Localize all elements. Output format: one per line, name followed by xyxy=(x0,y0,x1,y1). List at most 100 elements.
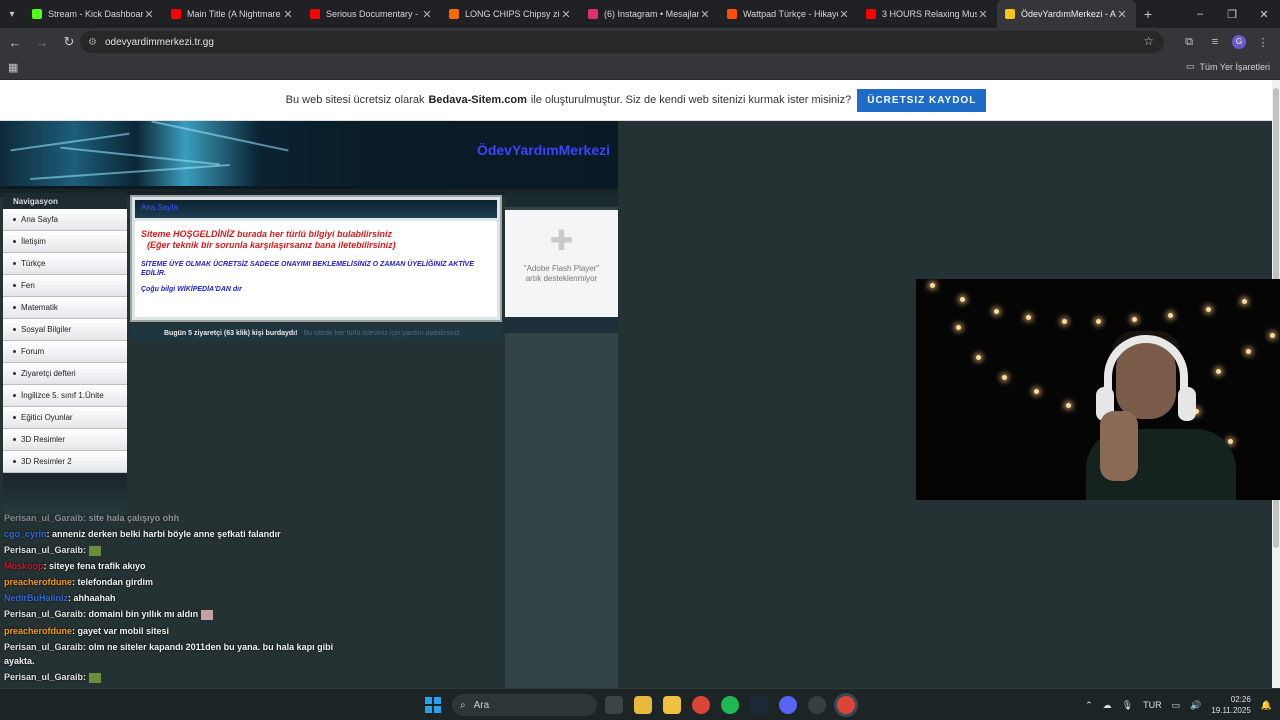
nav-item[interactable]: Eğitici Oyunlar xyxy=(3,407,127,429)
nav-item[interactable]: 3D Resimler 2 xyxy=(3,451,127,473)
back-icon[interactable]: ← xyxy=(3,30,27,54)
nav-item[interactable]: 3D Resimler xyxy=(3,429,127,451)
tab-close-icon[interactable]: ✕ xyxy=(1116,8,1128,21)
emote-icon xyxy=(201,609,214,620)
nav-item[interactable]: İletişim xyxy=(3,231,127,253)
tab-search-dropdown-icon[interactable]: ▾ xyxy=(0,0,24,28)
chrome-active-icon[interactable] xyxy=(837,696,855,714)
tab-close-icon[interactable]: ✕ xyxy=(143,8,155,21)
file-explorer-icon[interactable] xyxy=(663,696,681,714)
bullet-icon xyxy=(13,284,16,287)
close-window-icon[interactable]: ✕ xyxy=(1248,0,1280,28)
task-view-icon[interactable] xyxy=(605,696,623,714)
chat-username[interactable]: Perisan_ul_Garaib xyxy=(4,609,83,619)
new-tab-button[interactable]: + xyxy=(1136,6,1160,22)
navigation-menu: Navigasyon Ana Sayfa İletişim Türkçe Fen Mat… xyxy=(3,193,127,474)
reload-icon[interactable]: ↻ xyxy=(57,30,81,54)
browser-tab[interactable]: (6) Instagram • Mesajlar ✕ xyxy=(580,0,719,28)
spotify-icon[interactable] xyxy=(721,696,739,714)
nav-item[interactable]: Sosyal Bilgiler xyxy=(3,319,127,341)
system-tray: ⌃ ☁ 🎙 TUR ▭ 🔊 02:26 19.11.2025 🔔 xyxy=(1085,689,1272,720)
store-icon[interactable] xyxy=(634,696,652,714)
nav-item[interactable]: İngilizce 5. sınıf 1.Ünite xyxy=(3,385,127,407)
browser-tab[interactable]: Wattpad Türkçe - Hikayel ✕ xyxy=(719,0,858,28)
tab-close-icon[interactable]: ✕ xyxy=(282,8,294,21)
browser-tab[interactable]: Main Title (A Nightmare o ✕ xyxy=(163,0,302,28)
tab-title: Serious Documentary - by xyxy=(326,9,421,19)
support-line: (Eğer teknik bir sorunla karşılaşırsanız… xyxy=(147,240,396,250)
nav-item-label: 3D Resimler 2 xyxy=(21,457,72,466)
browser-tab[interactable]: LONG CHIPS Chipsy ziem✕ xyxy=(441,0,580,28)
tab-favicon-icon xyxy=(866,9,876,19)
microphone-icon[interactable]: 🎙 xyxy=(1122,700,1133,711)
chat-username[interactable]: Perisan_ul_Garaib xyxy=(4,545,83,555)
extensions-icon[interactable]: ⧉ xyxy=(1180,36,1198,49)
window-controls: – ❐ ✕ xyxy=(1184,0,1280,28)
media-control-icon[interactable]: ≡ xyxy=(1206,36,1224,48)
chat-username[interactable]: Moskoop xyxy=(4,561,44,571)
all-bookmarks-button[interactable]: ▭ Tüm Yer İşaretleri xyxy=(1186,61,1270,72)
plugin-puzzle-icon: ✚ xyxy=(549,225,574,256)
nav-item[interactable]: Ziyaretçi defteri xyxy=(3,363,127,385)
chat-text: : telefondan girdim xyxy=(72,577,154,587)
taskbar-search[interactable]: ⌕ Ara xyxy=(452,694,597,716)
nav-item[interactable]: Türkçe xyxy=(3,253,127,275)
chat-username[interactable]: cgo_cyrin xyxy=(4,529,47,539)
volume-icon[interactable]: 🔊 xyxy=(1190,700,1201,711)
windows-start-icon[interactable] xyxy=(425,697,441,713)
chat-message: cgo_cyrin: anneniz derken belki harbi bö… xyxy=(4,529,281,539)
chrome-icon[interactable] xyxy=(692,696,710,714)
chat-text: : xyxy=(83,545,87,555)
language-indicator[interactable]: TUR xyxy=(1143,700,1162,710)
tab-close-icon[interactable]: ✕ xyxy=(977,8,989,21)
tab-close-icon[interactable]: ✕ xyxy=(699,8,711,21)
browser-tab[interactable]: Serious Documentary - by ✕ xyxy=(302,0,441,28)
chat-username[interactable]: Perisan_ul_Garaib xyxy=(4,513,83,523)
maximize-icon[interactable]: ❐ xyxy=(1216,0,1248,28)
register-button[interactable]: ÜCRETSIZ KAYDOL xyxy=(857,88,987,112)
tab-close-icon[interactable]: ✕ xyxy=(421,8,433,21)
browser-tab[interactable]: ÖdevYardımMerkezi - Ana ✕ xyxy=(997,0,1136,28)
nav-item[interactable]: Matematik xyxy=(3,297,127,319)
tab-title: Main Title (A Nightmare o xyxy=(187,9,282,19)
forward-icon[interactable]: → xyxy=(30,30,54,54)
notification-bell-icon[interactable]: 🔔 xyxy=(1261,700,1272,711)
address-bar[interactable]: ⚙ odevyardimmerkezi.tr.gg ☆ xyxy=(80,31,1164,53)
tab-title: 3 HOURS Relaxing Music xyxy=(882,9,977,19)
chat-username[interactable]: preacherofdune xyxy=(4,577,72,587)
apps-grid-icon[interactable]: ▦ xyxy=(8,61,18,74)
steam-icon[interactable] xyxy=(750,696,768,714)
menu-icon[interactable]: ⋮ xyxy=(1254,36,1272,49)
onedrive-icon[interactable]: ☁ xyxy=(1103,700,1112,711)
tab-close-icon[interactable]: ✕ xyxy=(838,8,850,21)
browser-tab[interactable]: Stream - Kick Dashboard ✕ xyxy=(24,0,163,28)
banner-brand[interactable]: Bedava-Sitem.com xyxy=(428,94,526,106)
clock[interactable]: 02:26 19.11.2025 xyxy=(1211,694,1250,716)
chat-username[interactable]: NedirBuHaliniz xyxy=(4,593,68,603)
membership-line: SİTEME ÜYE OLMAK ÜCRETSİZ SADECE ONAYIMI… xyxy=(141,261,474,277)
obs-icon[interactable] xyxy=(808,696,826,714)
bullet-icon xyxy=(13,438,16,441)
chat-username[interactable]: Perisan_ul_Garaib xyxy=(4,672,83,682)
nav-item[interactable]: Fen xyxy=(3,275,127,297)
chat-message: preacherofdune: gayet var mobil sitesi xyxy=(4,626,169,636)
chat-username[interactable]: preacherofdune xyxy=(4,626,72,636)
chat-username[interactable]: Perisan_ul_Garaib xyxy=(4,642,83,652)
site-title: ÖdevYardımMerkezi xyxy=(476,142,610,158)
tray-overflow-icon[interactable]: ⌃ xyxy=(1085,700,1093,711)
tab-title: Wattpad Türkçe - Hikayel xyxy=(743,9,838,19)
nav-item[interactable]: Ana Sayfa xyxy=(3,209,127,231)
nav-item[interactable]: Forum xyxy=(3,341,127,363)
bullet-icon xyxy=(13,460,16,463)
wikipedia-line: Çoğu bilgi WİKİPEDİA'DAN dır xyxy=(141,286,242,293)
main-content: Ana Sayfa Siteme HOŞGELDİNİZ burada her … xyxy=(130,195,502,322)
discord-icon[interactable] xyxy=(779,696,797,714)
browser-tab[interactable]: 3 HOURS Relaxing Music ✕ xyxy=(858,0,997,28)
bookmark-star-icon[interactable]: ☆ xyxy=(1143,34,1154,48)
network-icon[interactable]: ▭ xyxy=(1172,700,1181,711)
minimize-icon[interactable]: – xyxy=(1184,0,1216,28)
nav-item-label: Ana Sayfa xyxy=(21,215,58,224)
site-info-icon[interactable]: ⚙ xyxy=(88,37,97,48)
tab-close-icon[interactable]: ✕ xyxy=(560,8,572,21)
profile-avatar[interactable]: G xyxy=(1232,35,1246,49)
